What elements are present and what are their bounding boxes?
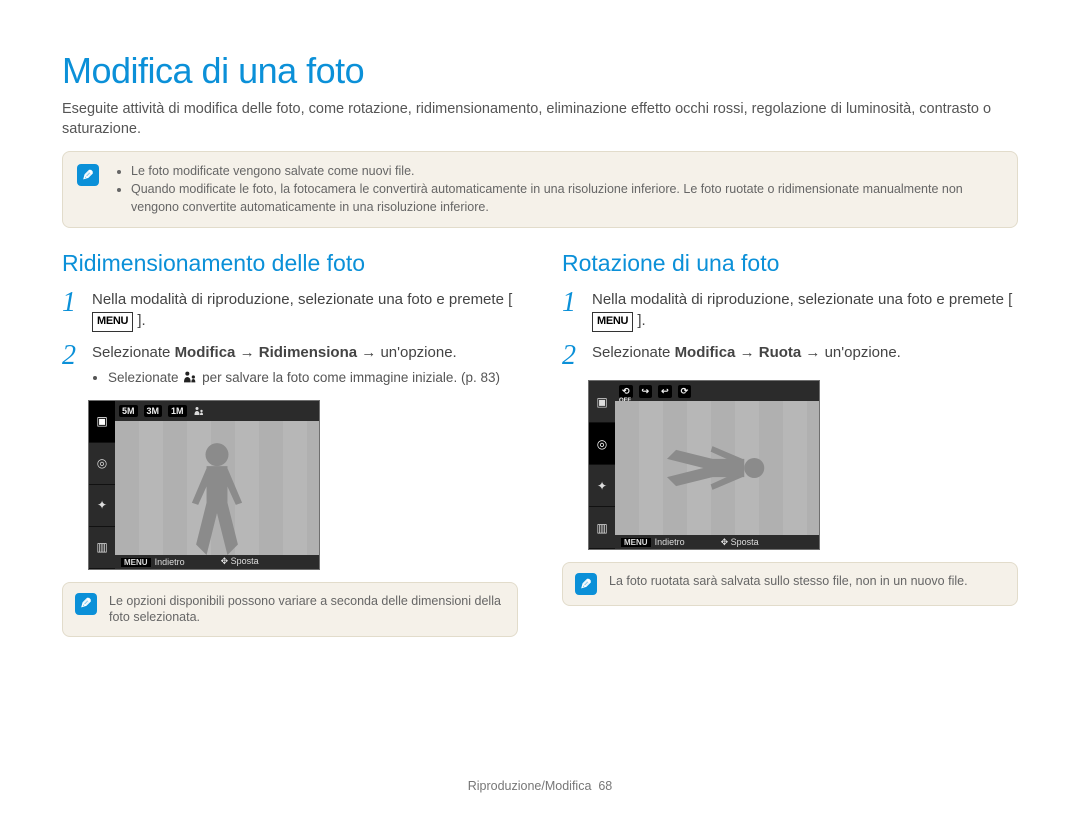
- cam-side-icon: ◎: [589, 423, 615, 465]
- step-text: Selezionate: [92, 344, 175, 361]
- cam-side-icon: ✦: [589, 465, 615, 507]
- note-text: La foto ruotata sarà salvata sullo stess…: [609, 573, 968, 595]
- note-icon: [75, 593, 97, 615]
- camera-mock-rotate: ▣ ◎ ✦ ▥ ⟲ OFF ↪ ↩ ⟳ Destra (90°): [588, 380, 820, 550]
- step-text: Nella modalità di riproduzione, selezion…: [92, 291, 512, 308]
- step-text: Nella modalità di riproduzione, selezion…: [592, 291, 1012, 308]
- page-footer: Riproduzione/Modifica 68: [0, 779, 1080, 793]
- top-note-item: Quando modificate le foto, la fotocamera…: [131, 180, 1003, 216]
- cam-menu-key: MENU: [121, 558, 151, 567]
- right-column: Rotazione di una foto 1 Nella modalità d…: [562, 250, 1018, 638]
- cam-top-chip: ↪: [639, 385, 653, 398]
- step-number: 1: [62, 289, 82, 333]
- step-bold: Ruota: [759, 344, 802, 361]
- cam-top-chip: ↩: [658, 385, 672, 398]
- person-start-icon: [182, 370, 198, 384]
- step-2: 2 Selezionate Modifica → Ruota → un'opzi…: [562, 342, 1018, 370]
- step-text: → un'opzione.: [361, 344, 456, 361]
- footer-page-number: 68: [598, 779, 612, 793]
- step-text: ].: [137, 312, 145, 329]
- step-bold: Modifica: [175, 344, 236, 361]
- step-text: ].: [637, 312, 645, 329]
- camera-mock-resize: ▣ ◎ ✦ ▥ 5M 3M 1M 1984 X 1488: [88, 400, 320, 570]
- left-note-box: Le opzioni disponibili possono variare a…: [62, 582, 518, 638]
- step-bold: Modifica: [675, 344, 736, 361]
- step-number: 2: [62, 342, 82, 389]
- step-text: → un'opzione.: [805, 344, 900, 361]
- step-arrow: →: [240, 344, 259, 361]
- step-arrow: →: [740, 344, 759, 361]
- section-heading-resize: Ridimensionamento delle foto: [62, 250, 518, 277]
- footer-section: Riproduzione/Modifica: [468, 779, 592, 793]
- cam-side-icon: ◎: [89, 443, 115, 485]
- cam-side-icon: ▥: [89, 527, 115, 569]
- left-column: Ridimensionamento delle foto 1 Nella mod…: [62, 250, 518, 638]
- top-note-item: Le foto modificate vengono salvate come …: [131, 162, 1003, 180]
- right-note-box: La foto ruotata sarà salvata sullo stess…: [562, 562, 1018, 606]
- cam-menu-key: MENU: [621, 538, 651, 547]
- step-text: Selezionate: [592, 344, 675, 361]
- step-bold: Ridimensiona: [259, 344, 357, 361]
- section-heading-rotate: Rotazione di una foto: [562, 250, 1018, 277]
- note-text: Le opzioni disponibili possono variare a…: [109, 593, 505, 627]
- step-number: 2: [562, 342, 582, 370]
- sub-bullet-text: per salvare la foto come immagine inizia…: [202, 370, 500, 385]
- cam-move-label: Sposta: [231, 556, 259, 566]
- cam-move-label: Sposta: [731, 537, 759, 547]
- person-start-icon: [193, 405, 205, 417]
- cam-back-label: Indietro: [155, 557, 185, 567]
- page-title: Modifica di una foto: [62, 50, 1018, 92]
- cam-side-icon: ▣: [89, 401, 115, 443]
- intro-text: Eseguite attività di modifica delle foto…: [62, 100, 1018, 139]
- note-icon: [77, 164, 99, 186]
- top-note-box: Le foto modificate vengono salvate come …: [62, 151, 1018, 227]
- silhouette-icon: [667, 441, 767, 496]
- cam-top-chip: 5M: [119, 405, 138, 417]
- sub-bullet-text: Selezionate: [108, 370, 182, 385]
- silhouette-icon: [182, 440, 252, 555]
- cam-back-label: Indietro: [655, 537, 685, 547]
- menu-badge: MENU: [92, 312, 133, 332]
- cam-side-icon: ▥: [589, 507, 615, 549]
- note-icon: [575, 573, 597, 595]
- cam-side-icon: ▣: [589, 381, 615, 423]
- step-1: 1 Nella modalità di riproduzione, selezi…: [62, 289, 518, 333]
- menu-badge: MENU: [592, 312, 633, 332]
- cam-top-chip: ⟳: [678, 385, 692, 398]
- cam-top-chip: ⟲ OFF: [619, 385, 633, 398]
- step-number: 1: [562, 289, 582, 333]
- cam-top-chip: 3M: [144, 405, 163, 417]
- step-2: 2 Selezionate Modifica → Ridimensiona → …: [62, 342, 518, 389]
- step-1: 1 Nella modalità di riproduzione, selezi…: [562, 289, 1018, 333]
- cam-side-icon: ✦: [89, 485, 115, 527]
- cam-top-chip: 1M: [168, 405, 187, 417]
